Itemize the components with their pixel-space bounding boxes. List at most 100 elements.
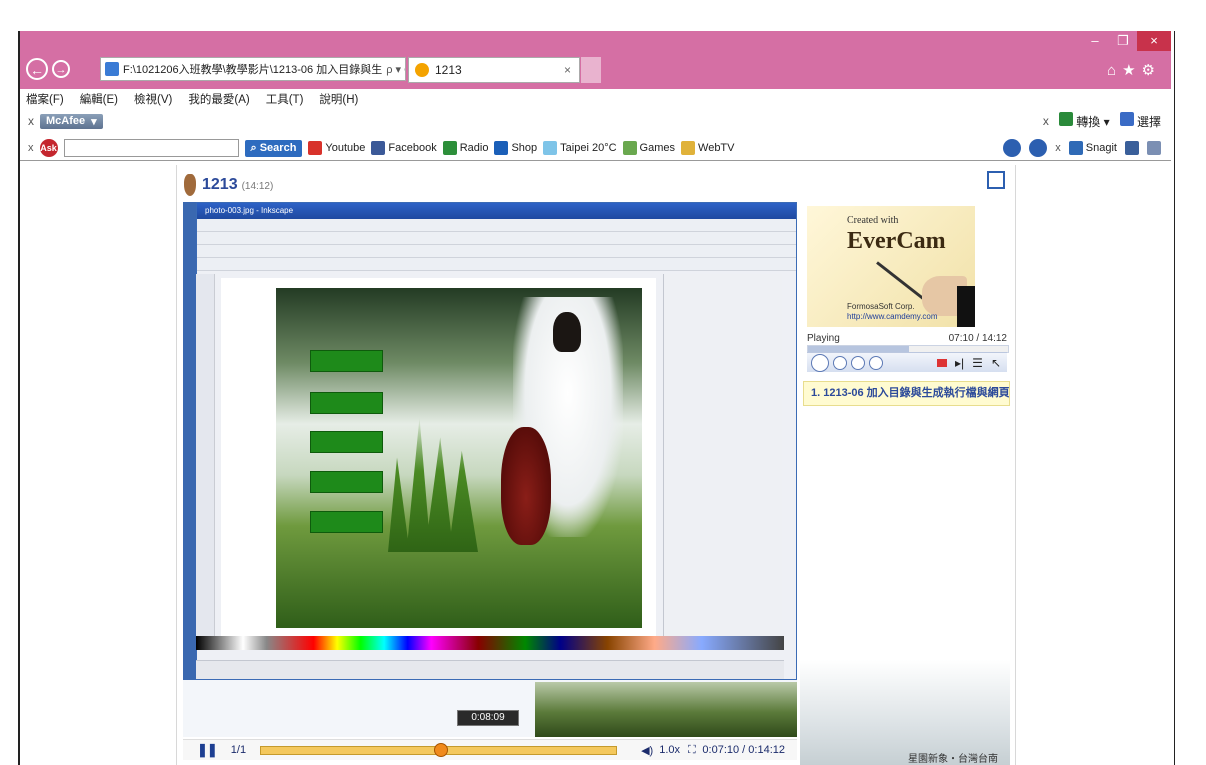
menu-icon[interactable]: ☰ <box>972 356 983 370</box>
maximize-button[interactable]: ❐ <box>1109 31 1137 51</box>
close-button[interactable]: × <box>1137 31 1171 51</box>
tab-1213[interactable]: 1213 × <box>408 57 580 83</box>
menu-help[interactable]: 說明(H) <box>319 91 358 107</box>
lesson-duration: (14:12) <box>241 181 274 192</box>
speed-label[interactable]: 1.0x <box>659 744 680 756</box>
settings-gear-icon[interactable]: ⚙ <box>1142 62 1161 79</box>
volume-icon[interactable] <box>937 358 948 367</box>
minimize-button[interactable]: – <box>1081 31 1109 51</box>
ask-toolbar: x Ask ⌕ Search Youtube Facebook Radio Sh… <box>20 136 1171 160</box>
browser-title-bar: – ❐ × ← → F:\1021206入班教學\教學影片\1213-06 加入… <box>20 31 1171 89</box>
menu-edit[interactable]: 編輯(E) <box>80 91 118 107</box>
snagit-button[interactable]: Snagit <box>1068 141 1117 155</box>
home-icon[interactable]: ⌂ <box>1107 62 1122 79</box>
select-button[interactable]: 選擇 <box>1119 112 1161 130</box>
convert-label: 轉換 <box>1076 115 1101 129</box>
toolbar-shop[interactable]: Shop <box>494 141 537 155</box>
add-circle-icon[interactable] <box>1003 139 1022 157</box>
mini-controls: ▸| ☰ ↖ <box>807 352 1007 372</box>
snagit-icon <box>1068 141 1083 155</box>
green-button-5 <box>310 511 383 533</box>
convert-button[interactable]: 轉換 ▾ <box>1058 112 1110 130</box>
close-ask-toolbar-icon[interactable]: x <box>28 142 34 154</box>
snagit-capture-icon[interactable] <box>1125 141 1139 155</box>
inkscape-ruler <box>197 258 796 271</box>
ask-logo-icon: Ask <box>39 139 58 157</box>
mcafee-right: x 轉換 ▾ 選擇 <box>1043 112 1161 130</box>
radio-icon <box>442 141 457 155</box>
close-toolbar-icon[interactable]: x <box>28 114 34 128</box>
conductor-sleeve <box>957 286 975 327</box>
toolbar-facebook[interactable]: Facebook <box>371 141 437 155</box>
inkscape-toolbar-2 <box>197 245 796 258</box>
speaker-icon[interactable]: ◀) <box>641 744 653 757</box>
logo-corp: FormosaSoft Corp. <box>847 302 915 311</box>
playback-status: Playing 07:10 / 14:12 <box>807 333 1007 344</box>
back-button[interactable]: ← <box>26 58 48 80</box>
close-snagit-icon[interactable]: x <box>1055 142 1061 154</box>
lesson-title: 1213 <box>202 176 238 193</box>
webtv-icon <box>681 141 696 155</box>
ask-search-label: Search <box>259 141 297 154</box>
video-frame[interactable]: photo-003.jpg - Inkscape 0:08:09 <box>183 202 797 737</box>
forward-button[interactable]: → <box>52 60 70 78</box>
menu-file[interactable]: 檔案(F) <box>26 91 64 107</box>
toolbar-webtv[interactable]: WebTV <box>681 141 735 155</box>
search-circle-icon[interactable] <box>1029 139 1048 157</box>
toolbar-webtv-label: WebTV <box>698 142 735 154</box>
snagit-label: Snagit <box>1085 142 1117 154</box>
toolbar-radio-label: Radio <box>459 142 489 154</box>
favorites-star-icon[interactable]: ★ <box>1122 62 1141 79</box>
ask-right: x Snagit <box>1003 139 1161 157</box>
fullscreen-icon[interactable] <box>987 171 1005 189</box>
forward-circle-icon[interactable] <box>869 355 883 370</box>
toolbar-games[interactable]: Games <box>622 141 676 155</box>
convert-icon <box>1058 112 1073 126</box>
cello-image <box>501 427 551 545</box>
mcafee-button[interactable]: McAfee ▾ <box>40 113 103 129</box>
menu-favorites[interactable]: 我的最愛(A) <box>188 91 249 107</box>
seek-handle[interactable] <box>434 742 449 757</box>
new-tab-button[interactable] <box>581 57 601 83</box>
ask-search-input[interactable] <box>63 139 239 157</box>
address-tools[interactable]: ρ ▾ C <box>382 63 405 76</box>
toolbar-weather[interactable]: Taipei 20°C <box>543 141 617 155</box>
snagit-window-icon[interactable] <box>1147 141 1161 155</box>
pause-circle-icon[interactable] <box>811 353 829 372</box>
pause-icon[interactable]: ❚❚ <box>197 742 218 758</box>
ask-search-button[interactable]: ⌕ Search <box>244 139 303 157</box>
toolbar-radio[interactable]: Radio <box>442 141 489 155</box>
select-icon <box>1119 112 1134 126</box>
toolbar-games-label: Games <box>639 142 676 154</box>
cursor-icon[interactable]: ↖ <box>991 356 1001 370</box>
close-toolbar-icon-right[interactable]: x <box>1043 114 1049 128</box>
chevron-down-icon: ▾ <box>91 115 97 128</box>
seek-bar[interactable] <box>260 742 618 757</box>
playback-time: 07:10 / 14:12 <box>948 333 1007 344</box>
tab-close-icon[interactable]: × <box>564 63 571 77</box>
green-button-2 <box>310 392 383 414</box>
stop-circle-icon[interactable] <box>833 355 847 370</box>
next-icon[interactable]: ▸| <box>955 356 964 370</box>
rewind-circle-icon[interactable] <box>851 355 865 370</box>
evercam-logo: Created with EverCam FormosaSoft Corp. h… <box>807 206 975 327</box>
fit-screen-icon[interactable]: ⛶ <box>688 744 696 757</box>
inkscape-menubar <box>197 219 796 232</box>
video-lower-strip <box>183 680 797 737</box>
guitar-icon <box>184 174 196 196</box>
toolbar-weather-label: Taipei 20°C <box>560 142 617 154</box>
youtube-icon <box>308 141 323 155</box>
browser-right-icons: ⌂★⚙ <box>1107 61 1161 79</box>
address-text: F:\1021206入班教學\教學影片\1213-06 加入目錄與生 <box>123 64 383 76</box>
address-bar[interactable]: F:\1021206入班教學\教學影片\1213-06 加入目錄與生 ρ ▾ C <box>100 57 406 81</box>
toolbar-facebook-label: Facebook <box>388 142 437 154</box>
menu-tools[interactable]: 工具(T) <box>266 91 304 107</box>
playing-label: Playing <box>807 333 840 344</box>
logo-url[interactable]: http://www.camdemy.com <box>847 312 938 321</box>
window-controls: – ❐ × <box>1081 31 1171 51</box>
toolbar-youtube-label: Youtube <box>325 142 366 154</box>
chapter-item[interactable]: 1. 1213-06 加入目錄與生成執行檔與網頁檔 <box>803 381 1010 406</box>
menu-view[interactable]: 檢視(V) <box>134 91 172 107</box>
toolbar-youtube[interactable]: Youtube <box>308 141 365 155</box>
player-controls: ❚❚ 1/1 ◀) 1.0x ⛶ 0:07:10 / 0:14:12 <box>183 739 797 760</box>
